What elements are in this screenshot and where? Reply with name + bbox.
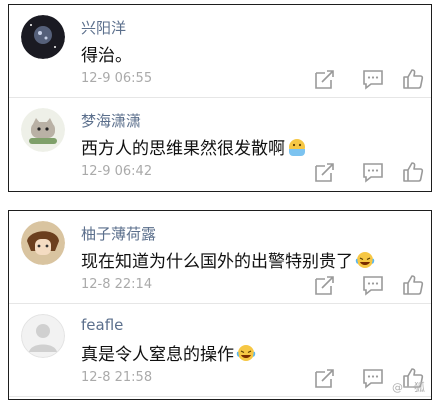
- username[interactable]: 梦海潇潇: [81, 110, 141, 131]
- comment-panel: 柚子薄荷露 现在知道为什么国外的出警特别贵了 12-8 22:14 feafle…: [8, 210, 432, 400]
- timestamp: 12-8 22:14: [81, 277, 153, 292]
- hungry-face-emoji: [287, 137, 307, 157]
- avatar[interactable]: [21, 15, 65, 59]
- share-icon[interactable]: [313, 67, 337, 91]
- username[interactable]: 兴阳洋: [81, 17, 126, 38]
- share-icon[interactable]: [313, 366, 337, 390]
- comment-text: 得治。: [81, 46, 132, 66]
- laughing-tears-emoji: [355, 250, 375, 270]
- comment-item: 柚子薄荷露 现在知道为什么国外的出警特别贵了 12-8 22:14: [9, 211, 431, 304]
- thumbs-up-icon[interactable]: [401, 273, 425, 297]
- avatar[interactable]: [21, 108, 65, 152]
- comment-text: 现在知道为什么国外的出警特别贵了: [81, 247, 375, 272]
- thumbs-up-icon[interactable]: [401, 67, 425, 91]
- comment-text: 真是令人窒息的操作: [81, 340, 256, 365]
- timestamp: 12-8 21:58: [81, 370, 153, 385]
- share-icon[interactable]: [313, 273, 337, 297]
- laughing-tears-emoji: [236, 343, 256, 363]
- comment-icon[interactable]: [361, 67, 385, 91]
- comment-item: feafle 真是令人窒息的操作 12-8 21:58: [9, 304, 431, 397]
- watermark: @一狐: [392, 381, 425, 394]
- comment-panel: 兴阳洋 得治。 12-9 06:55 梦海潇潇 西方人的思维果然很发散啊 12-…: [8, 4, 432, 192]
- comment-icon[interactable]: [361, 366, 385, 390]
- comment-text: 西方人的思维果然很发散啊: [81, 134, 307, 159]
- comment-item: 兴阳洋 得治。 12-9 06:55: [9, 5, 431, 98]
- share-icon[interactable]: [313, 160, 337, 184]
- avatar[interactable]: [21, 221, 65, 265]
- comment-item: 梦海潇潇 西方人的思维果然很发散啊 12-9 06:42: [9, 98, 431, 191]
- username[interactable]: 柚子薄荷露: [81, 223, 156, 244]
- timestamp: 12-9 06:55: [81, 71, 153, 86]
- comment-icon[interactable]: [361, 160, 385, 184]
- avatar[interactable]: [21, 314, 65, 358]
- username[interactable]: feafle: [81, 316, 123, 334]
- timestamp: 12-9 06:42: [81, 164, 153, 179]
- thumbs-up-icon[interactable]: [401, 160, 425, 184]
- comment-icon[interactable]: [361, 273, 385, 297]
